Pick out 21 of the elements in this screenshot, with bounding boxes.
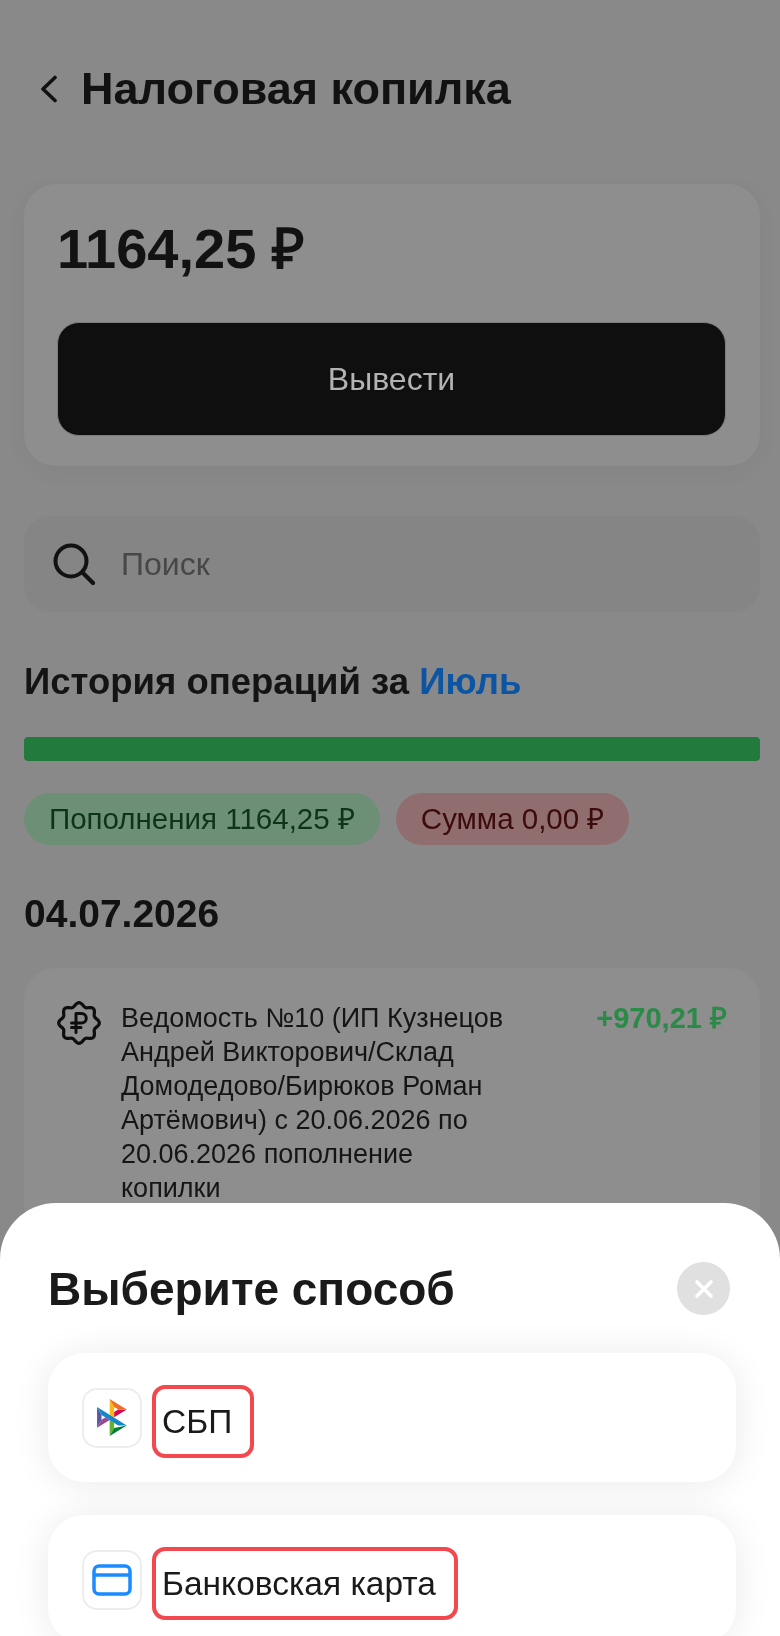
history-title: История операций за	[24, 661, 410, 702]
back-icon[interactable]	[39, 75, 58, 103]
balance-amount: 1164,25 ₽	[57, 217, 306, 281]
income-summary-chip: Пополнения 1164,25 ₽	[24, 793, 380, 845]
ruble-badge-icon	[57, 1001, 101, 1045]
option-label: Банковская карта	[152, 1547, 458, 1620]
option-label: СБП	[152, 1385, 255, 1458]
payment-option[interactable]: СБП	[48, 1353, 736, 1482]
operation-description: Ведомость №10 (ИП Кузнецов Андрей Викторович/Склад Домодедово/Бирюков Роман Артёмович) с 20.06.2026 по 20.06.2026 пополнение копилки	[121, 1002, 505, 1205]
date-heading: 04.07.2026	[24, 892, 221, 936]
sheet-title: Выберите способ	[48, 1262, 455, 1315]
card-icon	[82, 1549, 142, 1610]
search-field[interactable]: Поиск	[24, 516, 760, 612]
search-icon	[52, 542, 96, 586]
withdraw-button[interactable]: Вывести	[57, 322, 726, 436]
expense-summary-chip: Сумма 0,00 ₽	[395, 793, 630, 845]
payment-option[interactable]: Банковская карта	[48, 1515, 736, 1636]
logo-icon	[82, 1387, 142, 1448]
close-icon	[693, 1278, 714, 1299]
page-title: Налоговая копилка	[81, 62, 511, 116]
operation-amount: +970,21 ₽	[596, 1001, 727, 1035]
